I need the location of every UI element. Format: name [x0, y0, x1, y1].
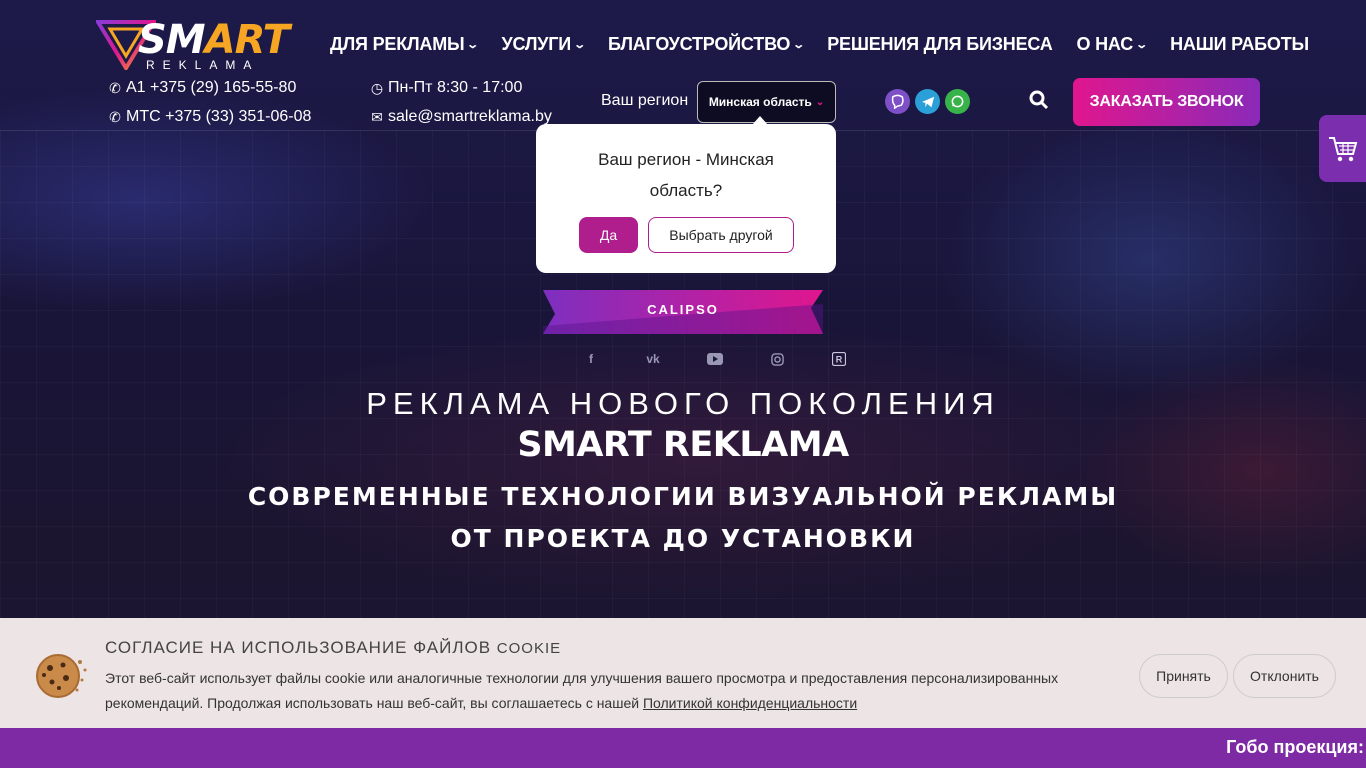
telegram-icon[interactable]	[915, 89, 940, 114]
phone-icon: ✆	[109, 108, 121, 125]
phone-mts-link[interactable]: ✆ МТС +375 (33) 351-06-08	[108, 108, 311, 126]
nav-item-services[interactable]: УСЛУГИ ⌄	[501, 34, 586, 55]
rutube-icon[interactable]: R	[808, 350, 870, 368]
nav-item-advertising[interactable]: ДЛЯ РЕКЛАМЫ ⌄	[330, 34, 480, 55]
chevron-down-icon: ⌄	[792, 39, 806, 51]
svg-text:R: R	[836, 355, 843, 365]
chevron-down-icon: ⌄	[1135, 39, 1148, 51]
phone-a1-link[interactable]: ✆ A1 +375 (29) 165-55-80	[108, 79, 296, 97]
cookie-decline-button[interactable]: Отклонить	[1233, 654, 1336, 698]
region-select-value: Минская область	[708, 95, 812, 109]
youtube-icon[interactable]	[684, 350, 746, 368]
cart-icon	[1328, 136, 1357, 161]
ribbon-label: CALIPSO	[647, 302, 719, 317]
envelope-icon: ✉	[371, 108, 383, 125]
cookie-accept-button[interactable]: Принять	[1139, 654, 1228, 698]
cookie-icon	[36, 654, 87, 698]
vk-icon[interactable]: vk	[622, 350, 684, 368]
working-hours: ◷ Пн-Пт 8:30 - 17:00	[370, 79, 523, 96]
region-label: Ваш регион	[601, 92, 689, 109]
site-logo[interactable]: SMART REKLAMA	[96, 18, 298, 72]
clock-icon: ◷	[370, 79, 384, 96]
nav-item-landscaping[interactable]: БЛАГОУСТРОЙСТВО ⌄	[608, 34, 806, 55]
logo-wordmark: SMART	[138, 17, 290, 63]
messenger-links	[885, 89, 970, 114]
bottom-banner-text: Гобо проекция:	[1226, 737, 1364, 757]
cookie-title: СОГЛАСИЕ НА ИСПОЛЬЗОВАНИЕ ФАЙЛОВ COOKIE	[105, 638, 562, 657]
hero-subtitle-line2: ОТ ПРОЕКТА ДО УСТАНОВКИ	[450, 524, 916, 553]
region-confirm-text: Ваш регион - Минская область?	[598, 150, 774, 200]
hero-subtitle-line1: СОВРЕМЕННЫЕ ТЕХНОЛОГИИ ВИЗУАЛЬНОЙ РЕКЛАМ…	[247, 482, 1119, 511]
nav-item-business-solutions[interactable]: РЕШЕНИЯ ДЛЯ БИЗНЕСА	[827, 34, 1052, 55]
hero-brand-title: SMART REKLAMA	[517, 425, 849, 465]
region-yes-button[interactable]: Да	[579, 217, 638, 253]
nav-item-portfolio[interactable]: НАШИ РАБОТЫ	[1170, 34, 1309, 55]
cart-button[interactable]	[1319, 115, 1366, 182]
cookie-consent-bar: СОГЛАСИЕ НА ИСПОЛЬЗОВАНИЕ ФАЙЛОВ COOKIE …	[0, 618, 1366, 728]
chevron-down-icon: ⌄	[466, 39, 480, 51]
bottom-banner: Гобо проекция:	[0, 728, 1366, 768]
viber-icon[interactable]	[885, 89, 910, 114]
social-links: f vk R	[560, 350, 870, 368]
email-link[interactable]: ✉ sale@smartreklama.by	[370, 108, 552, 126]
privacy-policy-link[interactable]: Политикой конфиденциальности	[643, 695, 857, 711]
facebook-icon[interactable]: f	[560, 350, 622, 368]
phone-icon: ✆	[109, 79, 121, 96]
logo-subtitle: REKLAMA	[146, 58, 260, 72]
order-call-button[interactable]: ЗАКАЗАТЬ ЗВОНОК	[1073, 78, 1260, 126]
search-icon[interactable]	[1029, 90, 1049, 110]
nav-item-about[interactable]: О НАС ⌄	[1077, 34, 1149, 55]
cookie-description: Этот веб-сайт использует файлы cookie ил…	[105, 670, 1059, 711]
hero-headline: РЕКЛАМА НОВОГО ПОКОЛЕНИЯ	[366, 386, 1000, 421]
whatsapp-icon[interactable]	[945, 89, 970, 114]
main-nav: ДЛЯ РЕКЛАМЫ ⌄ УСЛУГИ ⌄ БЛАГОУСТРОЙСТВО ⌄ РЕ…	[330, 34, 1309, 55]
chevron-down-icon: ⌄	[573, 39, 586, 51]
region-confirm-popup: Ваш регион - Минская область? Да Выбрать…	[536, 124, 836, 273]
region-choose-other-button[interactable]: Выбрать другой	[648, 217, 794, 253]
chevron-down-icon: ⌄	[815, 96, 825, 108]
instagram-icon[interactable]	[746, 350, 808, 368]
